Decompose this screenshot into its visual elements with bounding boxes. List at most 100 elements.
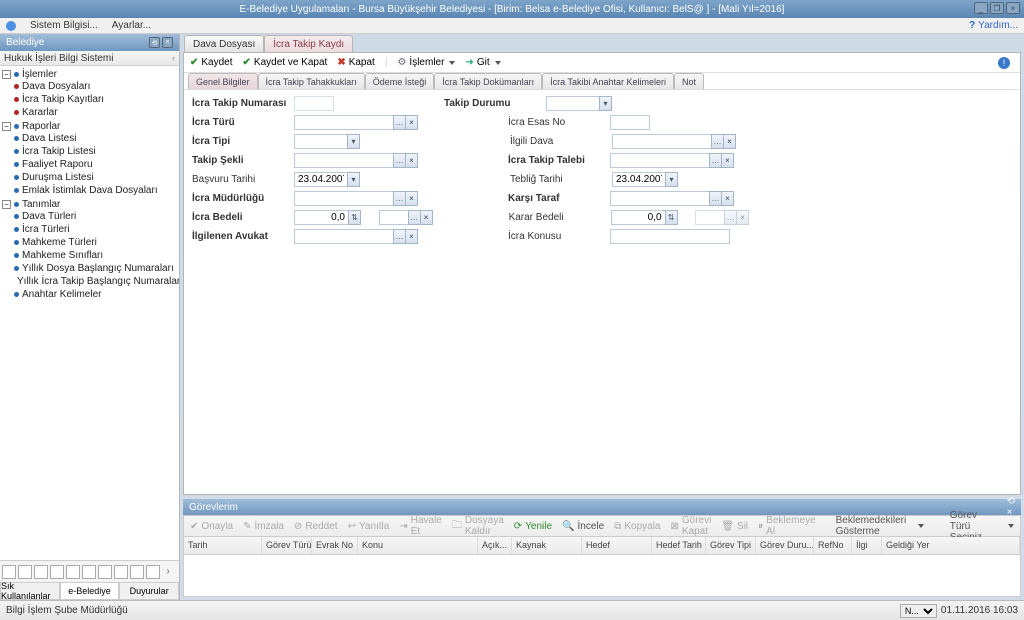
input-takip-durumu[interactable] [546,96,600,111]
tree-node-yillik-icra-numaralari[interactable]: Yıllık İcra Takip Başlangıç Numaraları [14,276,179,287]
input-karar-bedeli[interactable] [611,210,666,225]
sidebar-pin-button[interactable]: ⟲ [149,37,160,48]
col-tarih[interactable]: Tarih [184,537,262,554]
sidebar-tab-sik[interactable]: Sık Kullanılanlar [0,583,60,600]
kapat-button[interactable]: ✖Kapat [337,57,375,68]
sidebar-tab-duyurular[interactable]: Duyurular [119,583,179,600]
tree-node-faaliyet-raporu[interactable]: Faaliyet Raporu [14,159,179,170]
dropdown-button[interactable]: ▾ [347,134,360,149]
expand-icon[interactable]: − [2,200,11,209]
dropdown-button[interactable]: ▾ [599,96,612,111]
subtab-genel-bilgiler[interactable]: Genel Bilgiler [188,73,258,89]
kaydet-button[interactable]: ✔Kaydet [190,57,233,68]
input-icra-mudurlugu[interactable] [294,191,394,206]
clear-button[interactable]: × [721,153,734,168]
tab-icra-takip-kaydi[interactable]: İcra Takip Kaydı [264,35,353,52]
spinner-button[interactable]: ⇅ [665,210,678,225]
tree-node-kararlar[interactable]: Kararlar [14,107,179,118]
clear-button[interactable]: × [405,191,418,206]
help-icon[interactable]: ! [998,57,1010,69]
date-button[interactable]: ▾ [665,172,678,187]
tree-node-mahkeme-turleri[interactable]: Mahkeme Türleri [14,237,179,248]
col-evrak-no[interactable]: Evrak No [312,537,358,554]
subtab-odeme-istegi[interactable]: Ödeme İsteği [365,73,435,89]
yenile-button[interactable]: ⟳ Yenile [514,521,552,532]
tree-node-raporlar[interactable]: −Raporlar [2,121,179,132]
date-button[interactable]: ▾ [347,172,360,187]
thumb-button[interactable] [130,565,144,579]
col-hedef-tarih[interactable]: Hedef Tarih [652,537,706,554]
git-dropdown[interactable]: ➜Git [465,57,500,68]
input-icra-bedeli-currency[interactable] [379,210,409,225]
kopyala-button[interactable]: ⧉ Kopyala [614,521,660,532]
col-gorev-tipi[interactable]: Görev Tipi [706,537,756,554]
thumb-button[interactable] [18,565,32,579]
tree-node-emlak-istimlak[interactable]: Emlak İstimlak Dava Dosyaları [14,185,179,196]
expand-icon[interactable]: − [2,122,11,131]
close-button[interactable]: × [1006,2,1020,14]
tree-node-anahtar-kelimeler[interactable]: Anahtar Kelimeler [14,289,179,300]
thumb-button[interactable] [50,565,64,579]
status-select[interactable]: N... [900,604,937,618]
islemler-dropdown[interactable]: ⚙İşlemler [397,57,455,68]
input-ilgili-dava[interactable] [612,134,712,149]
tree-node-icra-takip-kayitlari[interactable]: İcra Takip Kayıtları [14,94,179,105]
tree-node-icra-turleri[interactable]: İcra Türleri [14,224,179,235]
input-icra-konusu[interactable] [610,229,730,244]
input-icra-takip-talebi[interactable] [610,153,710,168]
thumb-button[interactable] [82,565,96,579]
menu-yardim[interactable]: ?Yardım... [969,20,1018,31]
spinner-button[interactable]: ⇅ [348,210,361,225]
input-ilgilenen-avukat[interactable] [294,229,394,244]
col-hedef[interactable]: Hedef [582,537,652,554]
input-icra-bedeli[interactable] [294,210,349,225]
thumb-button[interactable] [114,565,128,579]
yanitla-button[interactable]: ↩ Yanıtla [348,521,390,532]
subtab-tahakkuklari[interactable]: İcra Takip Tahakkukları [258,73,365,89]
clear-button[interactable]: × [420,210,433,225]
clear-button[interactable]: × [723,134,736,149]
col-gorev-turu[interactable]: Görev Türü [262,537,312,554]
dosyaya-kaldir-button[interactable]: 🗀 Dosyaya Kaldır [452,515,504,537]
input-basvuru-tarihi[interactable] [294,172,348,187]
col-gorev-durumu[interactable]: Görev Duru... [756,537,814,554]
col-kaynak[interactable]: Kaynak [512,537,582,554]
subtab-anahtar-kelimeleri[interactable]: İcra Takibi Anahtar Kelimeleri [542,73,674,89]
sil-button[interactable]: 🗑 Sil [721,521,748,532]
thumb-button[interactable] [34,565,48,579]
subtab-dokumanlari[interactable]: İcra Takip Dokümanları [434,73,542,89]
tree-node-dava-listesi[interactable]: Dava Listesi [14,133,179,144]
reddet-button[interactable]: ⊘ Reddet [294,521,338,532]
clear-button[interactable]: × [405,153,418,168]
sidebar-close-button[interactable]: × [162,37,173,48]
thumb-button[interactable] [2,565,16,579]
havale-et-button[interactable]: ⇥ Havale Et [399,515,442,537]
input-icra-takip-no[interactable] [294,96,334,111]
col-ilgi[interactable]: İlgi [852,537,882,554]
clear-button[interactable]: × [405,229,418,244]
col-acik[interactable]: Açık... [478,537,512,554]
menu-sistem[interactable]: Sistem Bilgisi... [30,20,98,31]
clear-button[interactable]: × [405,115,418,130]
minimize-button[interactable]: _ [974,2,988,14]
imzala-button[interactable]: ✎ İmzala [243,521,284,532]
clear-button[interactable]: × [721,191,734,206]
col-refno[interactable]: RefNo [814,537,852,554]
tree-node-tanimlar[interactable]: −Tanımlar [2,199,179,210]
tree-node-icra-takip-listesi[interactable]: İcra Takip Listesi [14,146,179,157]
input-icra-esas-no[interactable] [610,115,650,130]
input-karsi-taraf[interactable] [610,191,710,206]
subtab-not[interactable]: Not [674,73,704,89]
tree-node-islemler[interactable]: −İşlemler [2,69,179,80]
gorev-filter1-label[interactable]: Beklemedekileri Gösterme [836,515,907,537]
incele-button[interactable]: 🔍 İncele [562,521,604,532]
thumb-button[interactable] [66,565,80,579]
restore-button[interactable]: ❐ [990,2,1004,14]
menu-ayarlar[interactable]: Ayarlar... [112,20,151,31]
sidebar-tab-ebelediye[interactable]: e-Belediye [60,583,120,600]
tree-node-yillik-dosya-numaralari[interactable]: Yıllık Dosya Başlangıç Numaraları [14,263,179,274]
expand-icon[interactable]: − [2,70,11,79]
kaydet-ve-kapat-button[interactable]: ✔Kaydet ve Kapat [243,57,328,68]
input-icra-tipi[interactable] [294,134,348,149]
tree-node-durusma-listesi[interactable]: Duruşma Listesi [14,172,179,183]
